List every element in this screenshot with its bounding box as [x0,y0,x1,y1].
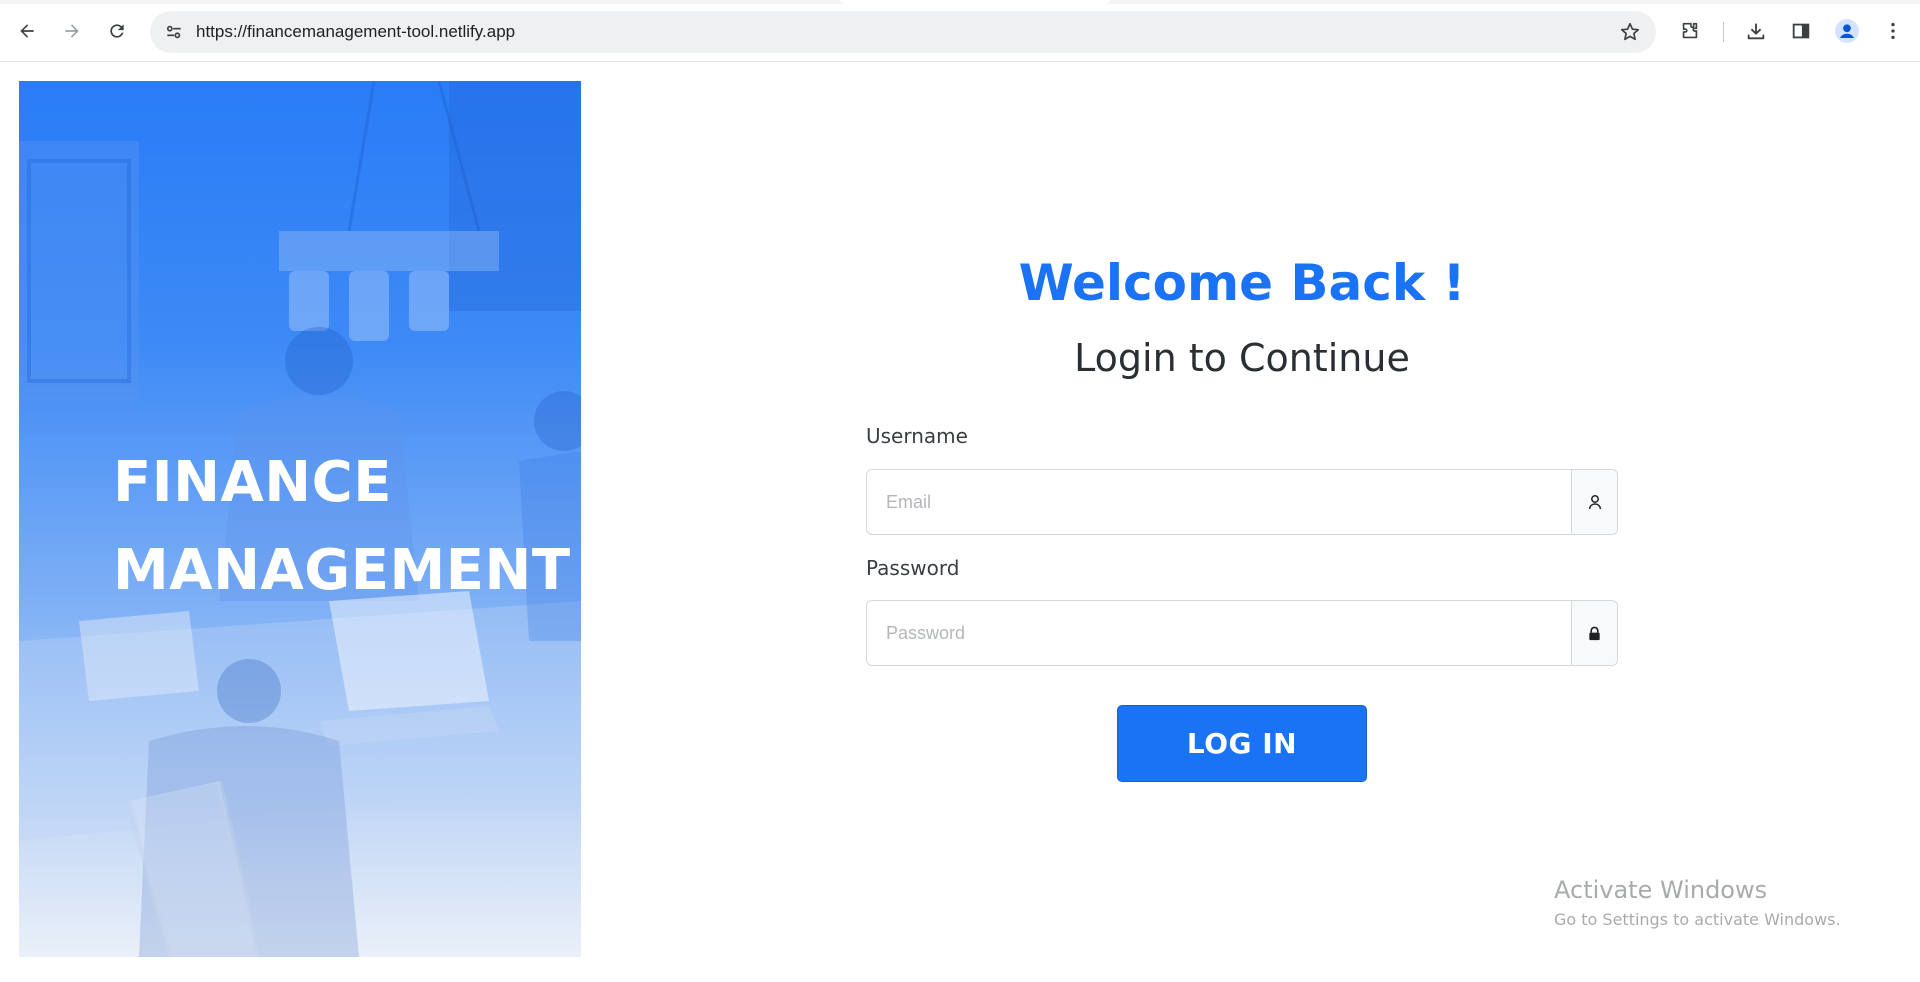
welcome-heading: Welcome Back ! [1018,254,1466,312]
reload-icon [110,24,124,38]
password-input[interactable] [867,601,1571,665]
activate-windows-watermark: Activate Windows Go to Settings to activ… [1554,876,1841,929]
user-icon [1588,495,1601,510]
hero-title: FINANCE MANAGEMENT [113,439,571,615]
reload-button[interactable] [99,13,135,49]
extensions-button[interactable] [1672,13,1708,49]
tab-strip-edge [0,0,1920,4]
side-panel-button[interactable] [1783,13,1819,49]
kebab-menu-icon [1891,22,1895,40]
password-addon [1571,601,1617,665]
username-label: Username [866,424,968,448]
username-input[interactable] [867,470,1571,534]
watermark-title: Activate Windows [1554,876,1768,904]
watermark-subtitle: Go to Settings to activate Windows. [1554,910,1841,929]
bookmark-button[interactable] [1614,16,1646,48]
hero-title-line-2: MANAGEMENT [113,538,571,603]
forward-button[interactable] [54,13,90,49]
arrow-right-icon [65,24,79,38]
address-bar[interactable]: https://financemanagement-tool.netlify.a… [150,11,1656,53]
hero-title-line-1: FINANCE [113,450,393,515]
arrow-left-icon [20,24,34,38]
username-input-group [866,469,1618,535]
avatar-icon [1835,19,1859,43]
star-icon [1620,22,1640,41]
password-label: Password [866,556,960,580]
url-text[interactable]: https://financemanagement-tool.netlify.a… [196,11,515,53]
downloads-button[interactable] [1738,13,1774,49]
toolbar-divider [1723,22,1724,42]
tune-icon [166,25,181,39]
browser-menu-button[interactable] [1875,13,1911,49]
username-addon [1571,470,1617,534]
active-tab-edge [840,0,1110,4]
login-subheading: Login to Continue [1074,336,1410,380]
profile-button[interactable] [1829,13,1865,49]
side-panel-icon [1792,23,1810,39]
download-icon [1747,23,1765,40]
lock-icon [1589,626,1600,640]
hero-panel: FINANCE MANAGEMENT [19,81,581,957]
site-info-button[interactable] [158,16,190,48]
password-input-group [866,600,1618,666]
browser-toolbar: https://financemanagement-tool.netlify.a… [0,0,1920,62]
login-button[interactable]: LOG IN [1117,705,1367,782]
puzzle-icon [1682,22,1698,39]
back-button[interactable] [9,13,45,49]
